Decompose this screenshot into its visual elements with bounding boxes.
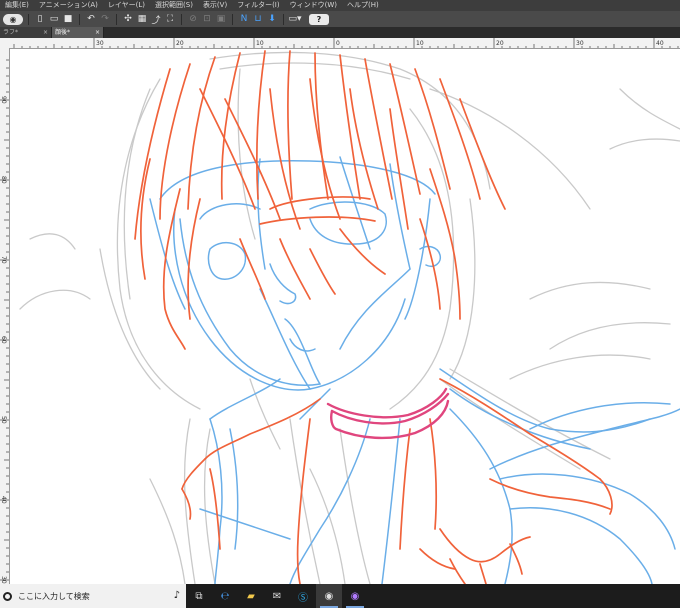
- display-dropdown-icon[interactable]: ▭▾: [288, 13, 301, 25]
- drawing-canvas[interactable]: [10, 49, 680, 584]
- redo-icon[interactable]: ↷: [99, 13, 111, 25]
- toolbar-separator: [79, 13, 80, 25]
- help-icon[interactable]: ?: [309, 13, 329, 25]
- menu-filter[interactable]: フィルター(I): [232, 0, 284, 11]
- clear-outside-icon[interactable]: ▦: [136, 13, 148, 25]
- choker-line: [326, 387, 450, 440]
- toolbar-separator: [232, 13, 233, 25]
- cortana-icon[interactable]: [3, 591, 12, 601]
- clear-icon[interactable]: ✣: [122, 13, 134, 25]
- toolbar-separator: [181, 13, 182, 25]
- new-file-icon[interactable]: ▯: [34, 13, 46, 25]
- menu-animation[interactable]: アニメーション(A): [34, 0, 103, 11]
- tab-label: ラフ*: [3, 29, 19, 36]
- menu-selection[interactable]: 選択範囲(S): [150, 0, 198, 11]
- menu-edit[interactable]: 編集(E): [0, 0, 34, 11]
- ruler-label: 10: [416, 40, 424, 47]
- file-explorer-icon[interactable]: ▰: [238, 584, 264, 608]
- invert-selection-icon[interactable]: ⊡: [201, 13, 213, 25]
- ruler-label: 40: [0, 496, 7, 504]
- vertical-ruler: 90 80 70 60 50 40 30: [0, 48, 10, 584]
- ruler-ticks: 90 80 70 60 50 40 30: [0, 59, 9, 584]
- sketch-artwork: [19, 50, 680, 584]
- ruler-label: 30: [0, 576, 7, 584]
- ruler-label: 60: [0, 336, 7, 344]
- horizontal-ruler: 30 20 10 0 10 20 30 40: [0, 38, 680, 49]
- tab-face[interactable]: 顔後* ×: [52, 27, 104, 38]
- clip-studio-logo-icon[interactable]: ◉: [3, 13, 23, 25]
- microphone-icon[interactable]: ♪: [174, 590, 180, 601]
- ruler-label: 0: [336, 40, 340, 47]
- windows-taskbar: ここに入力して検索 ♪ ⧉ ℮ ▰ ✉ Ⓢ ◉ ◉: [0, 584, 680, 608]
- taskbar-search[interactable]: ここに入力して検索 ♪: [0, 584, 186, 608]
- menu-bar: 編集(E) アニメーション(A) レイヤー(L) 選択範囲(S) 表示(V) フ…: [0, 0, 680, 11]
- deselect-icon[interactable]: ⊘: [187, 13, 199, 25]
- close-icon[interactable]: ×: [43, 27, 48, 38]
- ruler-label: 20: [176, 40, 184, 47]
- ruler-label: 30: [576, 40, 584, 47]
- menu-layer[interactable]: レイヤー(L): [103, 0, 150, 11]
- ruler-label: 70: [0, 256, 7, 264]
- snap-ruler-icon[interactable]: N: [238, 13, 250, 25]
- save-icon[interactable]: ■: [62, 13, 74, 25]
- ruler-label: 10: [256, 40, 264, 47]
- transform-icon[interactable]: ⛶: [164, 13, 176, 25]
- structure-sketch-layer: [149, 156, 680, 584]
- toolbar-separator: [28, 13, 29, 25]
- menu-view[interactable]: 表示(V): [198, 0, 232, 11]
- ruler-ticks: 30 20 10 0 10 20 30 40: [13, 38, 679, 48]
- select-all-icon[interactable]: ▣: [215, 13, 227, 25]
- toolbar-separator: [116, 13, 117, 25]
- canvas-tabs: ラフ* × 顔後* ×: [0, 27, 680, 38]
- clip-studio-window: 編集(E) アニメーション(A) レイヤー(L) 選択範囲(S) 表示(V) フ…: [0, 0, 680, 608]
- snap-special-ruler-icon[interactable]: ⊔: [252, 13, 264, 25]
- menu-window[interactable]: ウィンドウ(W): [285, 0, 342, 11]
- tab-rough[interactable]: ラフ* ×: [0, 27, 52, 38]
- ruler-label: 50: [0, 416, 7, 424]
- toolbar-separator: [283, 13, 284, 25]
- ruler-label: 20: [496, 40, 504, 47]
- fill-icon[interactable]: ⤴: [150, 13, 162, 26]
- ruler-label: 80: [0, 176, 7, 184]
- menu-help[interactable]: ヘルプ(H): [342, 0, 384, 11]
- clip-studio-taskbar-icon[interactable]: ◉: [316, 584, 342, 608]
- ruler-label: 40: [656, 40, 664, 47]
- line-art-hair-layer: [134, 50, 613, 584]
- edge-icon[interactable]: ℮: [212, 584, 238, 608]
- command-bar: ◉ ▯ ▭ ■ ↶ ↷ ✣ ▦ ⤴ ⛶ ⊘ ⊡ ▣ N ⊔ ⬇ ▭▾ ?: [0, 11, 680, 27]
- snap-grid-icon[interactable]: ⬇: [266, 13, 278, 25]
- skype-icon[interactable]: Ⓢ: [290, 584, 316, 608]
- ruler-label: 90: [0, 96, 7, 104]
- tab-label: 顔後*: [55, 29, 71, 36]
- open-file-icon[interactable]: ▭: [48, 13, 60, 25]
- task-view-icon[interactable]: ⧉: [186, 584, 212, 608]
- undo-icon[interactable]: ↶: [85, 13, 97, 25]
- ruler-label: 30: [96, 40, 104, 47]
- eye-app-icon[interactable]: ◉: [342, 584, 368, 608]
- mail-icon[interactable]: ✉: [264, 584, 290, 608]
- close-icon[interactable]: ×: [95, 27, 100, 38]
- search-input[interactable]: ここに入力して検索: [18, 591, 90, 602]
